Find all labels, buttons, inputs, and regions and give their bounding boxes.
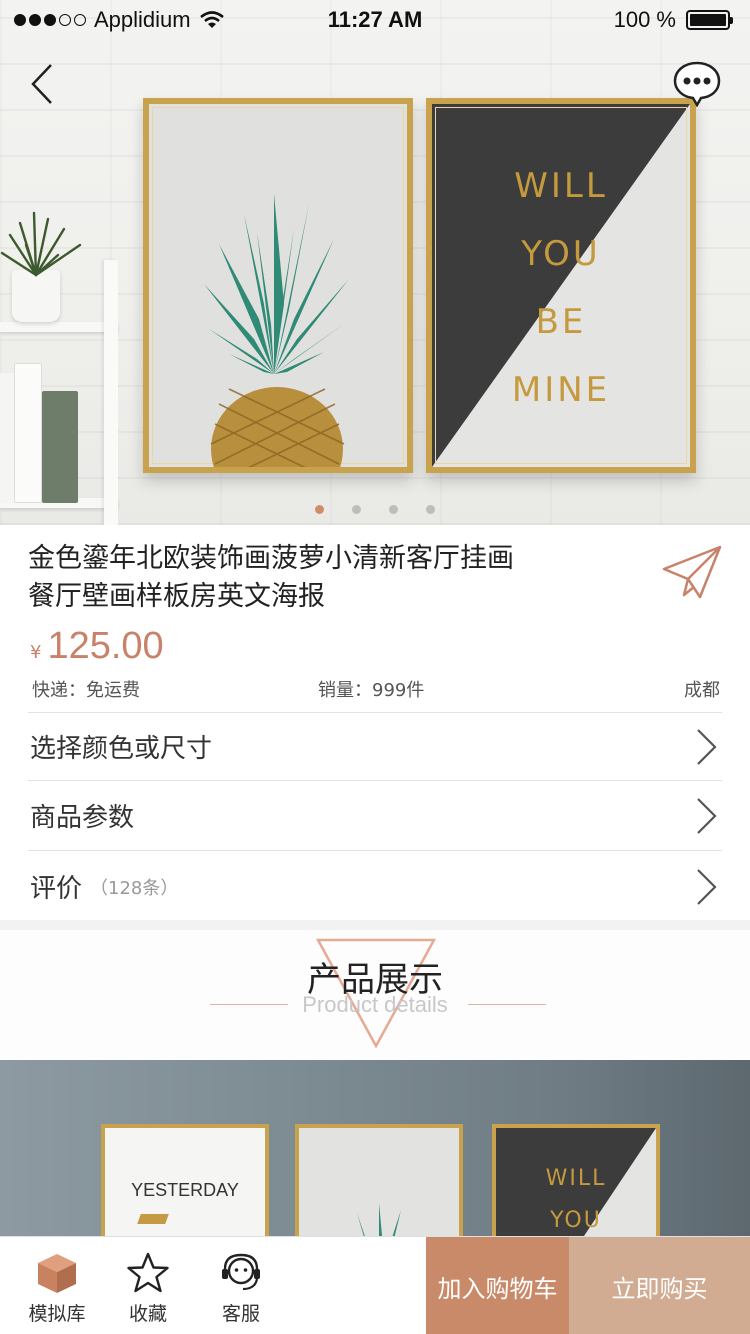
carousel-dot[interactable]: [315, 505, 324, 514]
buy-now-button[interactable]: 立即购买: [569, 1237, 750, 1334]
product-title-line: 金色鎏年北欧装饰画菠萝小清新客厅挂画: [28, 543, 514, 574]
price-amount: 125.00: [47, 625, 164, 667]
poster-word: BE: [535, 302, 587, 342]
product-title-line: 餐厅壁画样板房英文海报: [28, 581, 325, 612]
typography-poster: WILL YOU BE MINE: [426, 98, 696, 473]
tab-favorite[interactable]: 收藏: [103, 1237, 193, 1334]
carousel-dot[interactable]: [352, 505, 361, 514]
typography-poster-small: WILL YOU: [492, 1124, 660, 1240]
chevron-right-icon: [697, 868, 717, 905]
box-icon: [38, 1254, 76, 1293]
more-chat-icon: [673, 61, 721, 107]
product-image-carousel[interactable]: WILL YOU BE MINE: [0, 0, 750, 525]
review-count: （128条）: [90, 877, 179, 899]
poster-word: MINE: [511, 370, 611, 410]
status-bar: Applidium 11:27 AM 100 %: [0, 0, 750, 40]
shipping-info: 快递：免运费: [32, 680, 140, 701]
book: [14, 363, 42, 503]
battery-percent: 100 %: [613, 7, 676, 32]
plant-leaves: [0, 211, 82, 277]
carousel-indicator: [0, 505, 750, 514]
reviews-row[interactable]: 评价 （128条）: [28, 850, 722, 922]
share-button[interactable]: [660, 543, 724, 605]
chevron-left-icon: [31, 64, 52, 104]
product-params-row[interactable]: 商品参数: [28, 780, 722, 850]
sales-count: 销量：999件: [318, 680, 425, 701]
select-color-size-row[interactable]: 选择颜色或尺寸: [28, 712, 722, 780]
product-detail-image: YESTERDAY WILL YOU: [0, 1060, 750, 1240]
pineapple-poster-small: [295, 1124, 463, 1240]
poster-word: YOU: [550, 1208, 602, 1233]
pineapple-poster: [143, 98, 413, 473]
product-details-header: 产品展示 Product details: [0, 930, 750, 1060]
poster-word: YOU: [521, 234, 601, 274]
paper-plane-icon: [662, 545, 722, 599]
currency-symbol: ¥: [30, 642, 42, 663]
row-label: 选择颜色或尺寸: [30, 734, 213, 764]
chevron-right-icon: [697, 728, 717, 765]
pineapple-illustration: [204, 194, 349, 467]
shipping-location: 成都: [684, 680, 720, 701]
headset-icon: [222, 1253, 260, 1291]
book: [42, 391, 78, 503]
poster-word: WILL: [545, 1166, 607, 1191]
book: [0, 373, 14, 503]
star-icon: [127, 1252, 169, 1293]
chevron-right-icon: [697, 797, 717, 834]
product-price: ¥ 125.00: [30, 625, 164, 668]
poster-word: WILL: [514, 166, 608, 206]
carousel-dot[interactable]: [389, 505, 398, 514]
more-button[interactable]: [670, 58, 724, 108]
pineapple-leaves-small: [343, 1203, 415, 1240]
bottom-action-bar: 模拟库 收藏 客服 加入购物车 立即购买: [0, 1236, 750, 1334]
back-button[interactable]: [20, 60, 64, 108]
details-subtitle: Product details: [302, 992, 448, 1017]
carousel-dot[interactable]: [426, 505, 435, 514]
battery-icon: [686, 10, 733, 30]
tab-label: 收藏: [128, 1303, 167, 1325]
tab-customer-service[interactable]: 客服: [196, 1237, 286, 1334]
row-label: 商品参数: [30, 803, 135, 833]
row-label: 评价: [30, 874, 83, 904]
add-to-cart-button[interactable]: 加入购物车: [426, 1237, 569, 1334]
yesterday-poster: YESTERDAY: [101, 1124, 269, 1240]
poster-word: YESTERDAY: [131, 1180, 239, 1200]
tab-library[interactable]: 模拟库: [12, 1237, 102, 1334]
section-divider: [0, 920, 750, 930]
tab-label: 客服: [221, 1303, 260, 1325]
tab-label: 模拟库: [28, 1303, 86, 1325]
product-title: 金色鎏年北欧装饰画菠萝小清新客厅挂画 餐厅壁画样板房英文海报: [28, 540, 628, 616]
